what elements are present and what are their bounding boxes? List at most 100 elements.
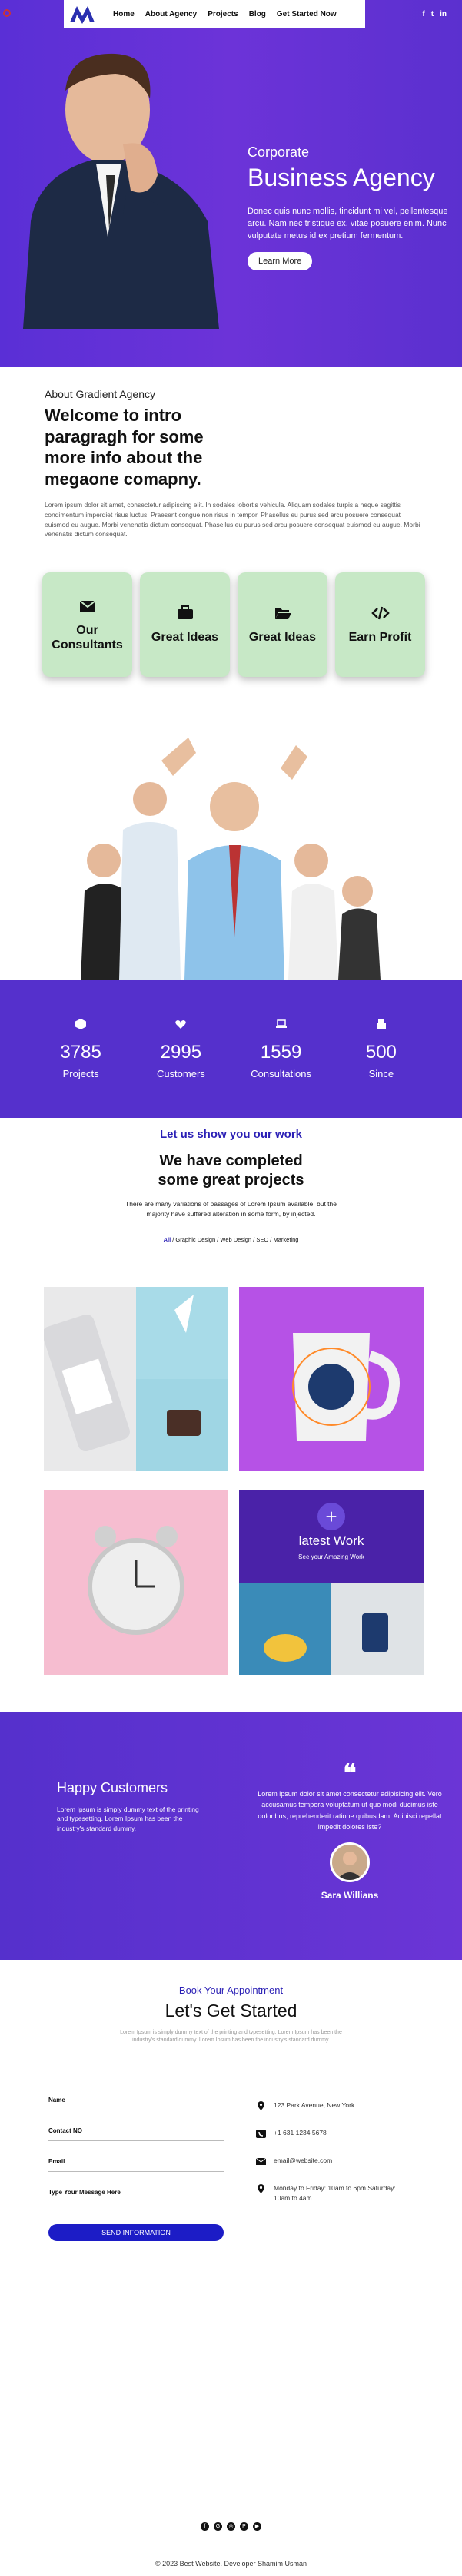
hero-subtitle: Corporate (248, 144, 310, 160)
clock-icon (258, 2184, 264, 2193)
nav-links: Home About Agency Projects Blog Get Star… (113, 10, 337, 18)
testimonial-quote: Lorem ipsum dolor sit amet consectetur a… (258, 1790, 442, 1832)
testimonial-heading: Happy Customers (57, 1780, 168, 1795)
testimonial-card: ❝ Lorem ipsum dolor sit amet consectetur… (254, 1761, 446, 1901)
nav-about[interactable]: About Agency (145, 10, 197, 18)
info-address: 123 Park Avenue, New York (256, 2100, 440, 2111)
envelope-icon (78, 600, 96, 612)
box-icon (376, 1019, 386, 1029)
contact-number-field[interactable]: Contact NO (48, 2124, 224, 2141)
hero-section: Corporate Business Agency Donec quis nun… (0, 0, 462, 367)
info-phone: +1 631 1234 5678 (256, 2128, 440, 2139)
portfolio-tile-latest[interactable]: + latest Work See your Amazing Work (239, 1490, 424, 1675)
feature-label: Our Consultants (52, 623, 123, 651)
facebook-icon[interactable]: f (422, 10, 424, 18)
stat-label: Since (368, 1068, 394, 1079)
feature-label: Great Ideas (151, 631, 219, 645)
about-body: Lorem ipsum dolor sit amet, consectetur … (45, 501, 420, 539)
testimonial-section: Happy Customers Lorem Ipsum is simply du… (0, 1712, 462, 1960)
latest-work-title: latest Work (298, 1533, 364, 1548)
team-celebrating-image (81, 738, 381, 980)
stat-customers: 2995 Customers (138, 1018, 223, 1079)
cube-icon (75, 1019, 87, 1029)
portfolio-tile-can[interactable] (44, 1287, 228, 1471)
feature-label: Earn Profit (348, 631, 412, 645)
email-field[interactable]: Email (48, 2155, 224, 2172)
feature-card-ideas-2[interactable]: Great Ideas (238, 572, 327, 677)
filter-all[interactable]: All (164, 1236, 171, 1243)
info-text: Monday to Friday: 10am to 6pm Saturday: … (274, 2184, 396, 2202)
top-navbar: Home About Agency Projects Blog Get Star… (64, 0, 365, 28)
feature-card-profit[interactable]: Earn Profit (335, 572, 425, 677)
feature-card-ideas[interactable]: Great Ideas (140, 572, 230, 677)
feature-label: Great Ideas (248, 631, 317, 645)
portfolio-filters: All / Graphic Design / Web Design / SEO … (163, 1235, 299, 1243)
linkedin-icon[interactable]: in (440, 10, 447, 18)
work-header: Let us show you our work We have complet… (0, 1128, 462, 1243)
info-text: email@website.com (274, 2157, 333, 2164)
twitter-icon[interactable]: t (431, 10, 434, 18)
copyright: © 2023 Best Website. Developer Shamim Us… (155, 2560, 307, 2568)
get-started-link[interactable]: Get Started Now (277, 10, 337, 18)
info-text: 123 Park Avenue, New York (274, 2101, 355, 2109)
send-information-button[interactable]: SEND INFORMATION (48, 2224, 224, 2241)
laptop-icon (275, 1019, 287, 1028)
feature-card-consultants[interactable]: Our Consultants (42, 572, 132, 677)
nav-blog[interactable]: Blog (249, 10, 266, 18)
portfolio-tile-clock[interactable] (44, 1490, 228, 1675)
footer-social-icons: f G ◎ P ▶ (0, 2522, 462, 2531)
logo[interactable] (67, 2, 98, 25)
facebook-icon[interactable]: f (201, 2522, 209, 2531)
latest-work-subtitle: See your Amazing Work (298, 1553, 364, 1560)
corner-circle-icon (3, 9, 11, 17)
social-links-top: f t in (422, 10, 447, 18)
feature-cards: Our Consultants Great Ideas Great Ideas … (42, 572, 425, 677)
pinterest-icon[interactable]: P (240, 2522, 248, 2531)
stat-label: Projects (62, 1068, 99, 1079)
info-hours: Monday to Friday: 10am to 6pm Saturday: … (256, 2183, 440, 2203)
nav-home[interactable]: Home (113, 10, 135, 18)
testimonial-intro: Happy Customers Lorem Ipsum is simply du… (57, 1779, 226, 1834)
phone-icon (256, 2130, 266, 2138)
learn-more-button[interactable]: Learn More (248, 251, 313, 270)
filter-seo[interactable]: SEO (256, 1236, 268, 1243)
filter-web-design[interactable]: Web Design (220, 1236, 251, 1243)
portfolio-grid: + latest Work See your Amazing Work (44, 1287, 424, 1675)
portfolio-tile-mug[interactable] (239, 1287, 424, 1471)
youtube-icon[interactable]: ▶ (253, 2522, 261, 2531)
testimonial-name: Sara Willians (321, 1889, 379, 1901)
stat-value: 3785 (60, 1042, 101, 1063)
quote-icon: ❝ (343, 1759, 357, 1787)
hero-description: Donec quis nunc mollis, tincidunt mi vel… (248, 207, 448, 240)
location-icon (258, 2101, 264, 2110)
can-mockup-image (44, 1287, 228, 1471)
stat-label: Customers (156, 1068, 205, 1079)
contact-info: 123 Park Avenue, New York +1 631 1234 56… (256, 2100, 440, 2220)
hero-text-block: Corporate Business Agency Donec quis nun… (248, 144, 455, 270)
stat-since: 500 Since (339, 1018, 424, 1079)
instagram-icon[interactable]: ◎ (227, 2522, 235, 2531)
work-kicker: Let us show you our work (159, 1128, 303, 1141)
plus-icon[interactable]: + (317, 1503, 345, 1530)
code-icon (371, 607, 390, 620)
google-icon[interactable]: G (214, 2522, 222, 2531)
testimonial-intro-text: Lorem Ipsum is simply dummy text of the … (57, 1805, 199, 1833)
contact-form: Name Contact NO Email Type Your Message … (48, 2094, 224, 2241)
work-description: There are many variations of passages of… (125, 1200, 337, 1218)
stat-value: 1559 (260, 1042, 302, 1063)
hero-businessman-image (23, 53, 219, 329)
mug-mockup-image (292, 1333, 400, 1441)
contact-header: Book Your Appointment Let's Get Started … (0, 1984, 462, 2044)
about-title: Welcome to intro paragragh for some more… (45, 406, 204, 489)
stats-band: 3785 Projects 2995 Customers 1559 Consul… (0, 980, 462, 1118)
stat-value: 2995 (160, 1042, 202, 1063)
latest-work-overlay: + latest Work See your Amazing Work (239, 1490, 424, 1583)
mail-icon (256, 2157, 266, 2165)
nav-projects[interactable]: Projects (208, 10, 238, 18)
stat-value: 500 (365, 1042, 397, 1063)
name-field[interactable]: Name (48, 2094, 224, 2110)
filter-graphic-design[interactable]: Graphic Design (175, 1236, 215, 1243)
message-field[interactable]: Type Your Message Here (48, 2186, 224, 2210)
info-text: +1 631 1234 5678 (274, 2129, 327, 2137)
filter-marketing[interactable]: Marketing (273, 1236, 298, 1243)
